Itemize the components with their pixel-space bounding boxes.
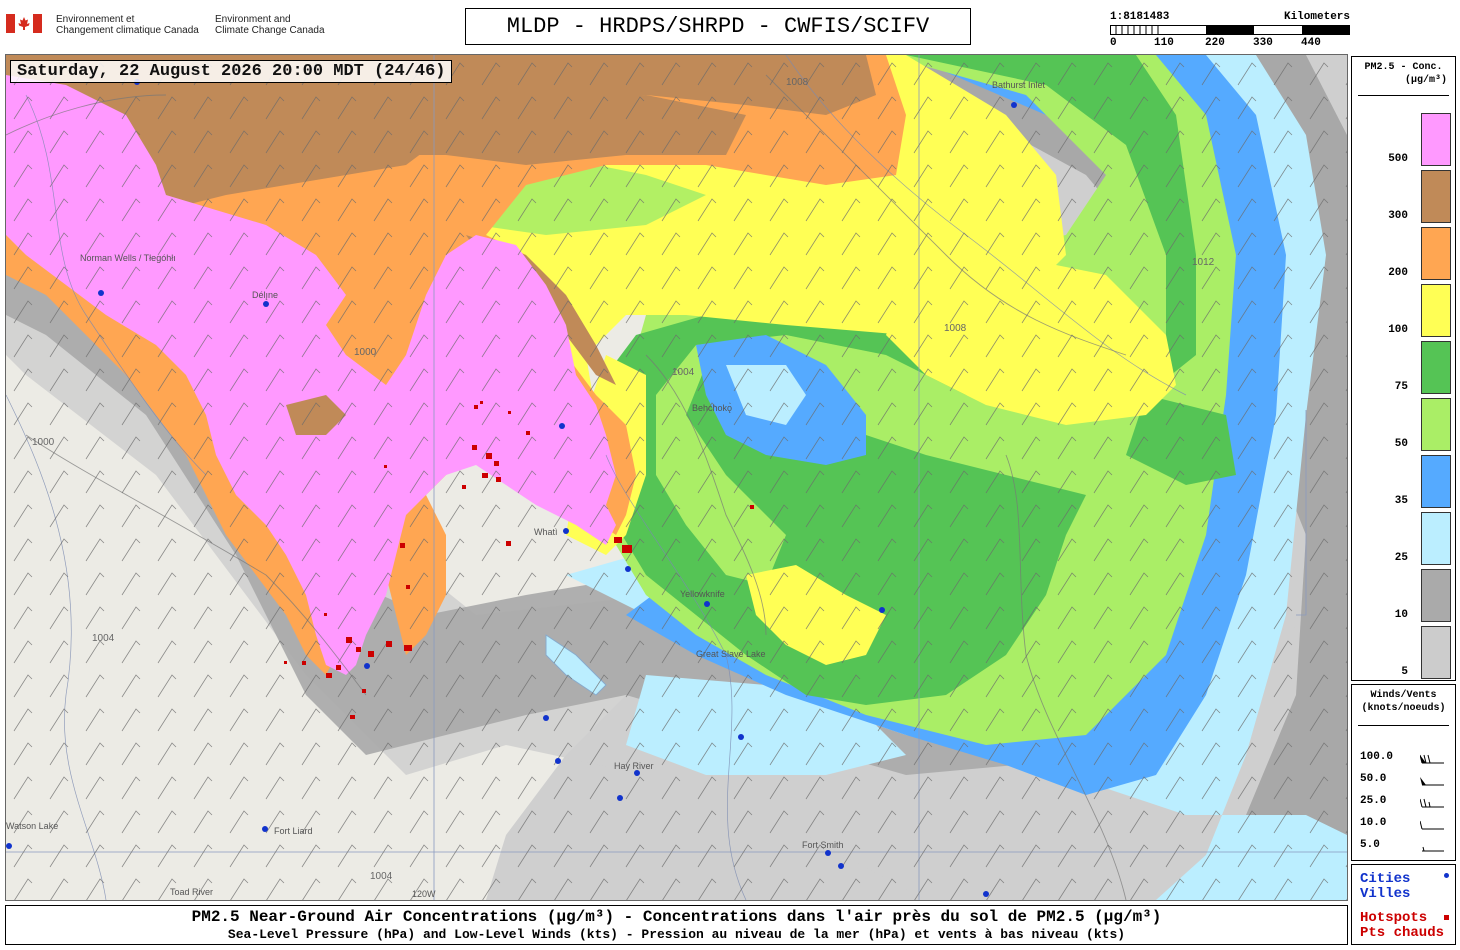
winds-title-line1: Winds/Vents [1370,690,1437,701]
wind-label-25: 25.0 [1360,795,1387,807]
label-great-slave-lake: Great Slave Lake [696,649,766,659]
org-fr-line2: Changement climatique Canada [56,25,199,36]
wind-row-10: 10.0 [1360,817,1450,833]
winds-divider [1358,725,1449,726]
wind-label-50: 50.0 [1360,773,1387,785]
label-fort-smith: Fort Smith [802,840,844,850]
isobar-label-1004-south: 1004 [370,871,393,882]
org-fr-line1: Environnement et [56,14,135,25]
label-behchoko: Behchokǫ̀ [692,402,732,413]
map-caption: PM2.5 Near-Ground Air Concentrations (µg… [5,905,1348,945]
org-en-line1: Environment and [215,14,291,25]
legend-hotspots: Hotspots [1360,910,1428,926]
isobar-label-1004-west: 1004 [92,633,115,644]
wind-row-5: 5.0 [1360,839,1450,855]
legend-swatch-300 [1421,170,1451,223]
legend-label-200: 200 [1388,267,1408,279]
cities-hotspots-legend: Cities Villes Hotspots Pts chauds [1351,864,1456,945]
scale-tick-440: 440 [1301,37,1321,49]
legend-swatch-25 [1421,512,1451,565]
legend-title-line2: (µg/m³) [1404,75,1447,86]
scale-tick-220: 220 [1205,37,1225,49]
scale-ratio: 1:8181483 [1110,11,1170,23]
wind-label-10: 10.0 [1360,817,1387,829]
pm25-legend: PM2.5 - Conc. (µg/m³) 500 300 200 100 75 50 35… [1351,56,1456,681]
legend-swatch-100 [1421,284,1451,337]
legend-swatch-50 [1421,398,1451,451]
legend-title: PM2.5 - Conc. (µg/m³) [1352,61,1455,87]
wind-row-100: 100.0 [1360,751,1450,767]
label-watson-lake: Watson Lake [6,821,58,831]
winds-title: Winds/Vents (knots/noeuds) [1352,689,1455,715]
winds-legend: Winds/Vents (knots/noeuds) 100.0 50.0 25… [1351,684,1456,861]
label-longitude: 120W [412,889,436,899]
label-norman-wells: Norman Wells / Tłegóhłı [80,253,176,263]
label-bathurst-inlet: Bathurst Inlet [992,80,1046,90]
legend-divider [1358,95,1449,96]
org-name-french: Environnement et Changement climatique C… [56,14,199,36]
legend-label-300: 300 [1388,210,1408,222]
legend-villes: Villes [1360,886,1411,902]
scale-unit: Kilometers [1283,11,1350,23]
canada-flag-icon [6,14,42,33]
org-name-english: Environment and Climate Change Canada [215,14,325,36]
legend-label-25: 25 [1394,552,1408,564]
caption-line1: PM2.5 Near-Ground Air Concentrations (µg… [191,908,1162,926]
isobar-label-1004: 1004 [672,367,695,378]
scale-tick-0: 0 [1110,37,1117,49]
winds-title-line2: (knots/noeuds) [1361,703,1446,714]
forecast-datetime: Saturday, 22 August 2026 20:00 MDT (24/4… [10,60,453,83]
isobar-label-1000-west: 1000 [32,437,55,448]
wind-barb-25-icon [1420,798,1444,808]
legend-label-5: 5 [1401,666,1408,678]
wind-barb-5-icon [1422,846,1444,852]
label-deline: Délı̨ne [252,290,278,300]
caption-line2: Sea-Level Pressure (hPa) and Low-Level W… [227,927,1126,942]
legend-swatch-75 [1421,341,1451,394]
map-canvas[interactable]: Norman Wells / Tłegóhłı Délı̨ne Bathurst… [6,55,1347,900]
isobar-label-1008-east: 1008 [944,323,967,334]
wind-label-100: 100.0 [1360,751,1394,763]
wind-barbs [6,55,1347,900]
scale-bar: 1:8181483 Kilometers 0 110 220 330 440 [1110,10,1350,50]
legend-swatch-200 [1421,227,1451,280]
legend-swatch-500 [1421,113,1451,166]
legend-swatch-10 [1421,569,1451,622]
product-title: MLDP - HRDPS/SHRPD - CWFIS/SCIFV [465,8,971,45]
legend-label-10: 10 [1394,609,1408,621]
scale-tick-330: 330 [1253,37,1273,49]
city-dot-icon [1444,873,1449,878]
wind-barb-100-icon [1420,754,1444,764]
isobar-label-1012: 1012 [1192,257,1215,268]
isobar-label-1008: 1008 [786,77,809,88]
wind-barb-50-icon [1420,777,1444,786]
map-panel[interactable]: Norman Wells / Tłegóhłı Délı̨ne Bathurst… [5,54,1348,901]
legend-label-75: 75 [1394,381,1408,393]
label-toad-river: Toad River [170,887,213,897]
scale-graphic [1110,25,1350,35]
legend-pts-chauds: Pts chauds [1360,925,1445,941]
org-en-line2: Climate Change Canada [215,25,325,36]
legend-swatch-35 [1421,455,1451,508]
scale-tick-110: 110 [1154,37,1174,49]
legend-swatch-5 [1421,626,1451,679]
label-hay-river: Hay River [614,761,654,771]
label-yellowknife: Yellowknife [680,589,725,599]
legend-cities: Cities [1360,871,1411,887]
wind-row-25: 25.0 [1360,795,1450,811]
legend-label-500: 500 [1388,153,1408,165]
legend-title-line1: PM2.5 - Conc. [1364,62,1443,73]
legend-label-100: 100 [1388,324,1408,336]
isobar-label-1000: 1000 [354,347,377,358]
label-whati: Whatì [534,527,558,537]
wind-label-5: 5.0 [1360,839,1380,851]
hotspot-square-icon [1444,915,1449,920]
wind-barb-10-icon [1420,820,1444,830]
legend-label-50: 50 [1394,438,1408,450]
legend-label-35: 35 [1394,495,1408,507]
wind-row-50: 50.0 [1360,773,1450,789]
label-fort-liard: Fort Liard [274,826,313,836]
